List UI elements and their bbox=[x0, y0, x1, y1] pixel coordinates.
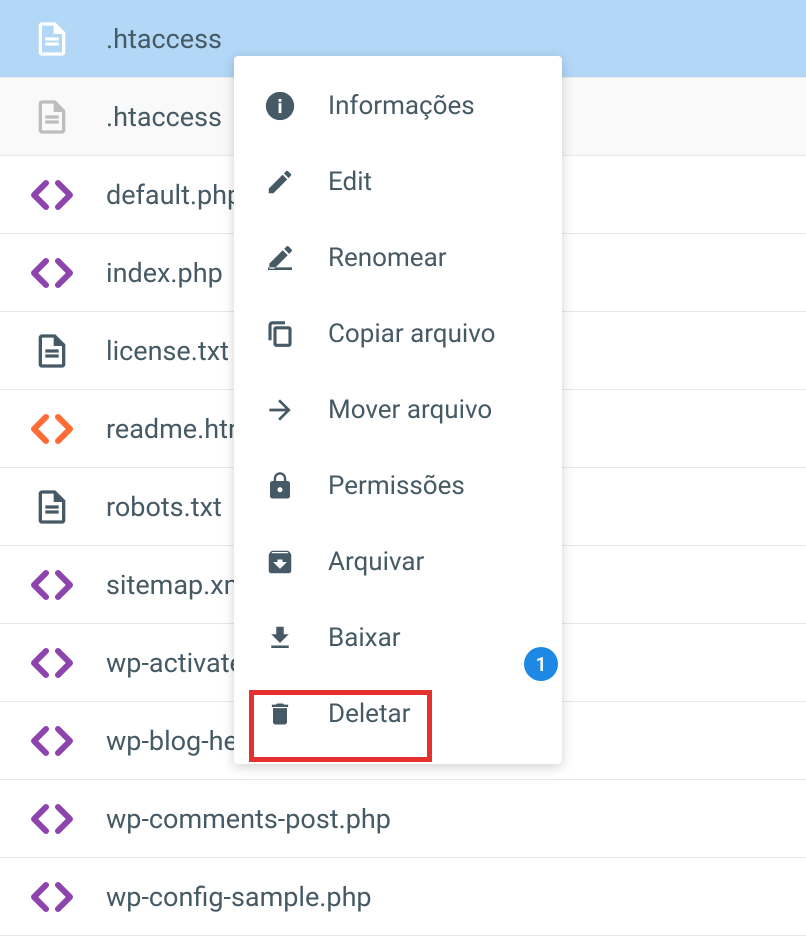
menu-item-edit[interactable]: Edit bbox=[234, 144, 562, 220]
info-icon bbox=[262, 88, 298, 124]
archive-icon bbox=[262, 544, 298, 580]
file-icon bbox=[28, 93, 76, 141]
menu-item-info[interactable]: Informações bbox=[234, 68, 562, 144]
file-icon bbox=[28, 327, 76, 375]
code-icon bbox=[28, 717, 76, 765]
file-name: sitemap.xml bbox=[106, 569, 254, 601]
code-icon bbox=[28, 639, 76, 687]
annotation-badge: 1 bbox=[524, 647, 558, 681]
menu-label: Renomear bbox=[328, 243, 447, 273]
download-icon bbox=[262, 620, 298, 656]
file-name: wp-config-sample.php bbox=[106, 881, 372, 913]
menu-label: Copiar arquivo bbox=[328, 319, 495, 349]
lock-icon bbox=[262, 468, 298, 504]
file-name: license.txt bbox=[106, 335, 229, 367]
file-name: default.php bbox=[106, 179, 242, 211]
code-icon bbox=[28, 171, 76, 219]
menu-item-move[interactable]: Mover arquivo bbox=[234, 372, 562, 448]
file-name: .htaccess bbox=[106, 101, 222, 133]
pencil-icon bbox=[262, 164, 298, 200]
code-icon bbox=[28, 795, 76, 843]
file-name: robots.txt bbox=[106, 491, 222, 523]
file-name: wp-comments-post.php bbox=[106, 803, 391, 835]
file-name: .htaccess bbox=[106, 23, 222, 55]
file-icon bbox=[28, 15, 76, 63]
menu-item-download[interactable]: Baixar bbox=[234, 600, 562, 676]
arrow-right-icon bbox=[262, 392, 298, 428]
code-icon bbox=[28, 249, 76, 297]
menu-label: Mover arquivo bbox=[328, 395, 492, 425]
menu-item-archive[interactable]: Arquivar bbox=[234, 524, 562, 600]
file-row[interactable]: wp-config-sample.php bbox=[0, 858, 806, 936]
copy-icon bbox=[262, 316, 298, 352]
file-icon bbox=[28, 483, 76, 531]
code-icon bbox=[28, 561, 76, 609]
menu-label: Informações bbox=[328, 91, 475, 121]
file-row[interactable]: wp-comments-post.php bbox=[0, 780, 806, 858]
menu-item-delete[interactable]: Deletar bbox=[234, 676, 562, 752]
code-icon bbox=[28, 405, 76, 453]
menu-label: Edit bbox=[328, 167, 372, 197]
menu-label: Baixar bbox=[328, 623, 401, 653]
menu-item-rename[interactable]: Renomear bbox=[234, 220, 562, 296]
menu-label: Permissões bbox=[328, 471, 465, 501]
menu-label: Deletar bbox=[328, 699, 410, 729]
menu-label: Arquivar bbox=[328, 547, 424, 577]
menu-item-copy[interactable]: Copiar arquivo bbox=[234, 296, 562, 372]
rename-icon bbox=[262, 240, 298, 276]
file-name: index.php bbox=[106, 257, 223, 289]
context-menu: Informações Edit Renomear Copiar arquivo… bbox=[234, 56, 562, 764]
code-icon bbox=[28, 873, 76, 921]
trash-icon bbox=[262, 696, 298, 732]
menu-item-permissions[interactable]: Permissões bbox=[234, 448, 562, 524]
